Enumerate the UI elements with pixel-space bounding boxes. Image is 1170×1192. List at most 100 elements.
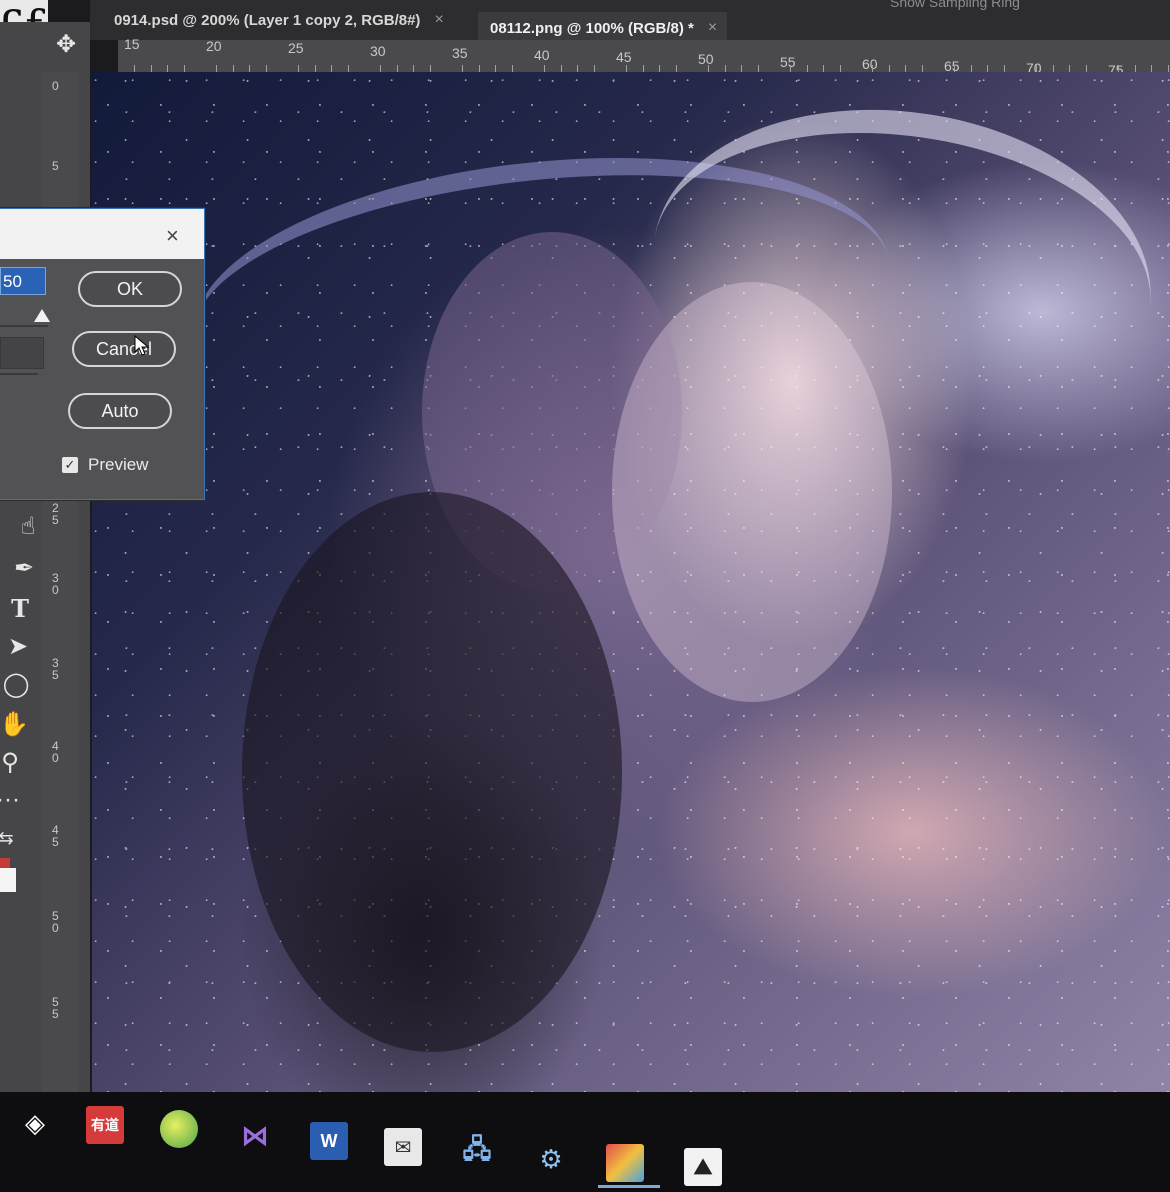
checkmark-icon: ✓ (62, 457, 78, 473)
ruler-mark (1085, 65, 1087, 72)
preview-checkbox[interactable]: ✓ Preview (62, 455, 148, 475)
document-canvas[interactable] (92, 72, 1170, 1092)
close-icon[interactable]: × (166, 223, 179, 249)
move-icon[interactable]: ✥ (48, 28, 84, 60)
ruler-mark (1069, 65, 1071, 72)
ruler-mark (708, 65, 710, 72)
pen-icon[interactable]: ✒ (6, 552, 42, 584)
ruler-mark (167, 65, 169, 72)
ruler-mark (954, 65, 956, 72)
ruler-mark (462, 65, 464, 72)
ruler-mark (478, 65, 480, 72)
ruler-tick-label: 50 (698, 51, 714, 68)
tab-label: 08112.png @ 100% (RGB/8) * (490, 19, 694, 37)
ruler-mark (429, 65, 431, 72)
sampling-ring-option[interactable]: Show Sampling Ring (890, 0, 1020, 10)
ruler-mark (314, 65, 316, 72)
ruler-mark (724, 65, 726, 72)
ruler-mark (380, 65, 382, 72)
document-tab-bar: Show Sampling Ring 0914.psd @ 200% (Laye… (90, 0, 1170, 44)
ruler-mark (265, 65, 267, 72)
slider-handle[interactable] (34, 309, 50, 322)
slider-track[interactable] (0, 325, 48, 327)
ruler-mark (905, 65, 907, 72)
artwork-shadow (242, 492, 622, 1052)
control-panel-icon[interactable]: ⚙ (532, 1140, 570, 1178)
unity-icon[interactable]: ◈ (16, 1104, 54, 1142)
ok-button[interactable]: OK (78, 271, 182, 307)
hand-icon[interactable]: ✋ (0, 708, 32, 740)
value-input[interactable]: 50 (0, 267, 46, 295)
ruler-mark (1151, 65, 1153, 72)
ruler-tick-label: 55 (780, 53, 796, 70)
ruler-mark (544, 65, 546, 72)
zoom-icon[interactable]: ⚲ (0, 746, 28, 778)
ruler-mark (347, 65, 349, 72)
smudge-icon[interactable]: ☝ (10, 510, 46, 542)
ruler-tick-label: 60 (862, 55, 878, 72)
network-icon[interactable]: 🖧 (458, 1134, 496, 1172)
ruler-tick-label: 25 (52, 501, 59, 527)
ruler-mark (298, 65, 300, 72)
tab-0914-psd[interactable]: 0914.psd @ 200% (Layer 1 copy 2, RGB/8#)… (114, 2, 444, 38)
ruler-mark (577, 65, 579, 72)
ruler-tick-label: 55 (52, 995, 59, 1021)
ruler-mark (511, 65, 513, 72)
ruler-mark (741, 65, 743, 72)
type-icon[interactable]: T (2, 592, 38, 624)
photo-app-icon[interactable] (606, 1144, 644, 1182)
ruler-tick-label: 50 (52, 909, 59, 935)
tab-close-icon[interactable]: × (708, 19, 717, 37)
ruler-tick-label: 40 (534, 47, 550, 63)
youdao-icon[interactable]: 有道 (86, 1106, 124, 1144)
ruler-mark (1167, 65, 1169, 72)
artwork-figure (612, 282, 892, 702)
ruler-tick-label: 35 (452, 44, 468, 61)
adjustment-dialog: × 50 OK Cancel Auto ✓ Preview (0, 208, 205, 500)
horizontal-ruler[interactable]: 15 20 25 30 35 40 45 50 55 60 65 70 75 (118, 36, 1170, 78)
ruler-tick-label: 35 (52, 656, 59, 682)
ruler-mark (970, 65, 972, 72)
background-color-swatch[interactable] (0, 868, 16, 892)
tab-close-icon[interactable]: × (434, 11, 443, 29)
ruler-tick-label: 15 (124, 36, 140, 52)
photoshop-window: £f Show Sampling Ring 0914.psd @ 200% (L… (0, 0, 1170, 1192)
windows-taskbar: ◈ 有道 ⋈ W ✉ 🖧 ⚙ ⛰ (0, 1092, 1170, 1192)
ruler-mark (495, 65, 497, 72)
ruler-tick-label: 45 (616, 49, 632, 66)
path-select-icon[interactable]: ➤ (0, 630, 36, 662)
tennis-app-icon[interactable] (160, 1110, 198, 1148)
ruler-mark (413, 65, 415, 72)
ruler-mark (675, 65, 677, 72)
secondary-slider-track[interactable] (0, 373, 38, 375)
word-icon[interactable]: W (310, 1122, 348, 1160)
ruler-tick-label: 30 (370, 42, 386, 59)
ruler-mark (560, 65, 562, 72)
ruler-tick-label: 30 (52, 571, 59, 597)
more-icon[interactable]: ··· (0, 784, 26, 816)
ruler-mark (134, 65, 136, 72)
cancel-button[interactable]: Cancel (72, 331, 176, 367)
ruler-mark (987, 65, 989, 72)
mail-icon[interactable]: ✉ (384, 1128, 422, 1166)
photoshop-image-icon[interactable]: ⛰ (684, 1148, 722, 1186)
secondary-input[interactable] (0, 337, 44, 369)
ruler-mark (232, 65, 234, 72)
ruler-mark (642, 65, 644, 72)
visual-studio-icon[interactable]: ⋈ (236, 1116, 274, 1154)
ruler-mark (839, 65, 841, 72)
preview-label: Preview (88, 455, 149, 474)
ruler-mark (249, 65, 251, 72)
ruler-tick-label: 20 (206, 38, 222, 55)
tab-label: 0914.psd @ 200% (Layer 1 copy 2, RGB/8#) (114, 11, 421, 29)
ruler-mark (806, 65, 808, 72)
ruler-mark (872, 65, 874, 72)
ruler-mark (790, 65, 792, 72)
ellipse-icon[interactable]: ◯ (0, 668, 34, 700)
ruler-mark (183, 65, 185, 72)
ruler-mark (593, 65, 595, 72)
ruler-mark (757, 65, 759, 72)
swap-colors-icon[interactable]: ⇆ (0, 822, 24, 854)
auto-button[interactable]: Auto (68, 393, 172, 429)
ruler-tick-label: 40 (52, 739, 59, 765)
